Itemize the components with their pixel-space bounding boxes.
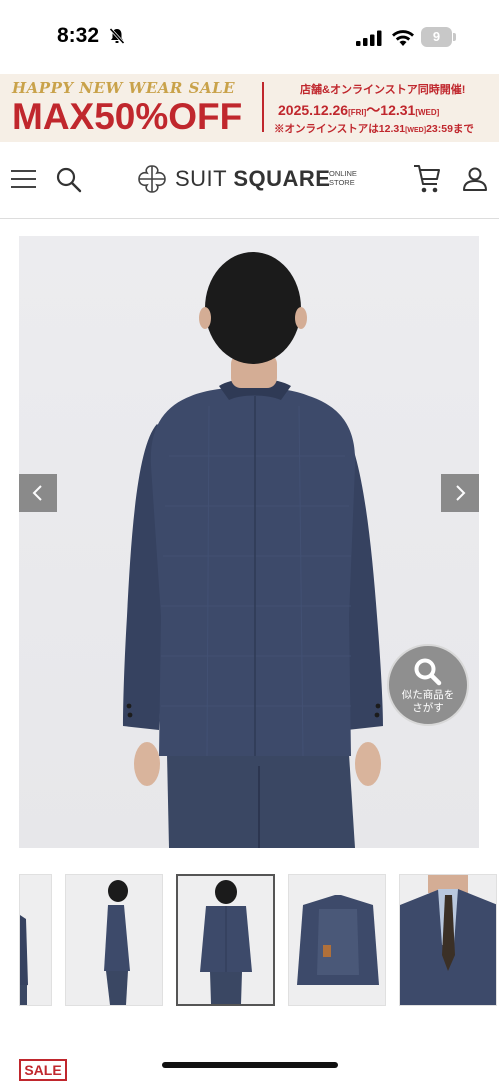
- find-similar-line2: さがす: [412, 702, 444, 714]
- banner-online-prefix: ※オンラインストアは12.31: [274, 123, 406, 135]
- site-logo[interactable]: SUIT SQUARE ONLINE STORE: [135, 162, 365, 196]
- find-similar-line1: 似た商品を: [401, 689, 455, 701]
- search-icon[interactable]: [55, 166, 83, 194]
- banner-headline: HAPPY NEW WEAR SALE: [12, 79, 236, 97]
- thumbnail-back-image: [200, 880, 252, 1004]
- thumbnail-item[interactable]: [288, 874, 386, 1006]
- next-image-button[interactable]: [441, 474, 479, 512]
- logo-text-light: SUIT: [175, 166, 234, 191]
- chevron-right-icon: [456, 485, 466, 501]
- logo-sub-online: ONLINE: [329, 169, 357, 178]
- product-main-image[interactable]: [19, 236, 479, 848]
- thumbnail-item[interactable]: [19, 874, 52, 1006]
- thumbnail-item[interactable]: [399, 874, 497, 1006]
- logo-subtitle: ONLINE STORE: [329, 169, 357, 187]
- suit-back-illustration: [123, 252, 383, 848]
- wifi-icon: [392, 30, 414, 46]
- banner-date-end: 12.31: [380, 102, 416, 118]
- banner-dates: 2025.12.26[FRI]〜12.31[WED]: [278, 100, 439, 120]
- home-indicator[interactable]: [162, 1062, 338, 1068]
- thumbnail-side-image: [104, 880, 130, 1005]
- banner-date-sep: 〜: [366, 102, 381, 118]
- clock: 8:32: [57, 24, 100, 47]
- thumbnail-item-selected[interactable]: [176, 874, 275, 1006]
- cart-icon[interactable]: [412, 163, 442, 195]
- banner-day-end: [WED]: [415, 108, 440, 117]
- find-similar-button[interactable]: 似た商品を さがす: [387, 644, 469, 726]
- logo-text: SUIT SQUARE: [175, 166, 330, 192]
- thumbnail-closeup-image: [400, 875, 496, 1005]
- previous-image-button[interactable]: [19, 474, 57, 512]
- cellular-signal-icon: [356, 30, 382, 46]
- status-bar: 8:32 9: [0, 0, 499, 74]
- banner-store-note: 店舗&オンラインストア同時開催!: [300, 84, 466, 96]
- bell-muted-icon: [109, 27, 125, 45]
- find-similar-label: 似た商品を さがす: [389, 689, 467, 715]
- banner-date-start: 2025.12.26: [278, 102, 349, 118]
- banner-discount: MAX50%OFF: [12, 96, 243, 137]
- battery-level: 9: [432, 29, 441, 44]
- banner-divider: [262, 82, 264, 132]
- battery-icon: 9: [421, 27, 457, 47]
- banner-online-note: ※オンラインストアは12.31[WED]23:59まで: [274, 121, 474, 136]
- banner-day-start: [FRI]: [348, 108, 367, 117]
- search-icon: [414, 658, 442, 686]
- user-account-icon[interactable]: [462, 166, 488, 192]
- chevron-left-icon: [32, 485, 42, 501]
- thumbnail-lining-image: [297, 895, 379, 985]
- logo-mark-icon: [138, 165, 166, 193]
- logo-sub-store: STORE: [329, 178, 355, 187]
- menu-icon[interactable]: [11, 170, 36, 189]
- banner-online-day: [WED]: [405, 127, 427, 134]
- banner-online-time: 23:59まで: [426, 123, 474, 135]
- logo-text-bold: SQUARE: [233, 166, 331, 191]
- thumbnail-front-image: [20, 915, 28, 1005]
- thumbnail-item[interactable]: [65, 874, 163, 1006]
- sale-badge: SALE: [19, 1059, 67, 1081]
- sale-banner[interactable]: HAPPY NEW WEAR SALE MAX50%OFF 店舗&オンラインスト…: [0, 74, 499, 142]
